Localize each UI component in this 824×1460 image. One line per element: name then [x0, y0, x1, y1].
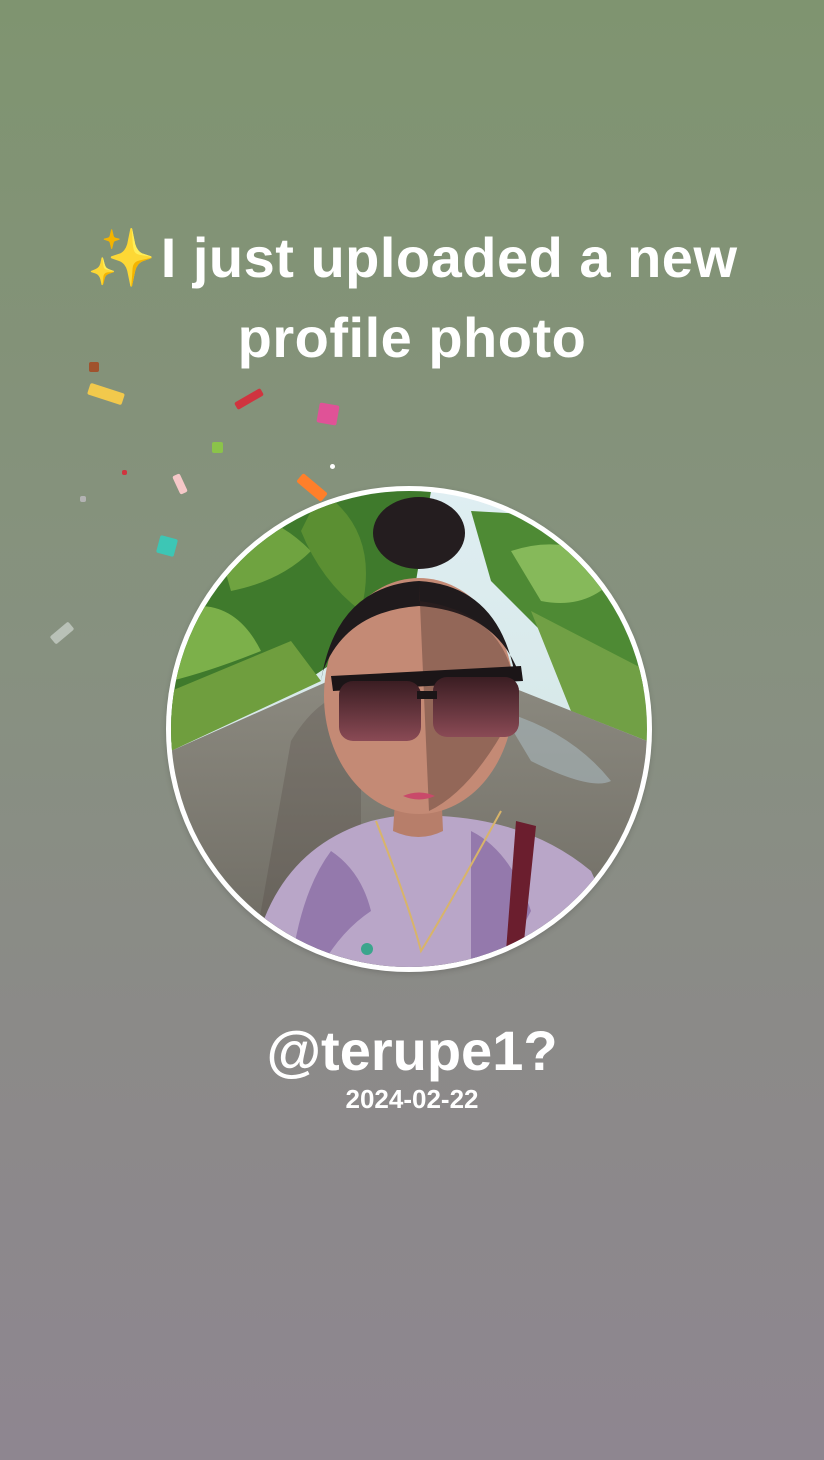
confetti-piece	[155, 534, 179, 558]
confetti-piece	[316, 402, 340, 426]
upload-date: 2024-02-22	[345, 1084, 479, 1114]
profile-photo	[171, 491, 647, 967]
profile-username: @terupe1?	[266, 1019, 558, 1082]
profile-photo-frame	[166, 486, 652, 972]
story-headline: ✨I just uploaded a new profile photo	[60, 218, 764, 378]
confetti-piece	[212, 442, 223, 453]
confetti-piece	[122, 470, 127, 475]
headline-text: I just uploaded a new profile photo	[160, 226, 738, 369]
confetti-piece	[172, 473, 188, 495]
story-screen: ✨I just uploaded a new profile photo @te…	[0, 0, 824, 1460]
confetti-piece	[87, 382, 125, 406]
confetti-piece	[330, 464, 335, 469]
confetti-piece	[296, 473, 328, 502]
confetti-piece	[49, 621, 75, 645]
profile-photo-illustration	[171, 491, 647, 967]
confetti-piece	[80, 496, 86, 502]
sparkles-icon: ✨	[86, 226, 157, 289]
confetti-piece	[234, 388, 264, 410]
